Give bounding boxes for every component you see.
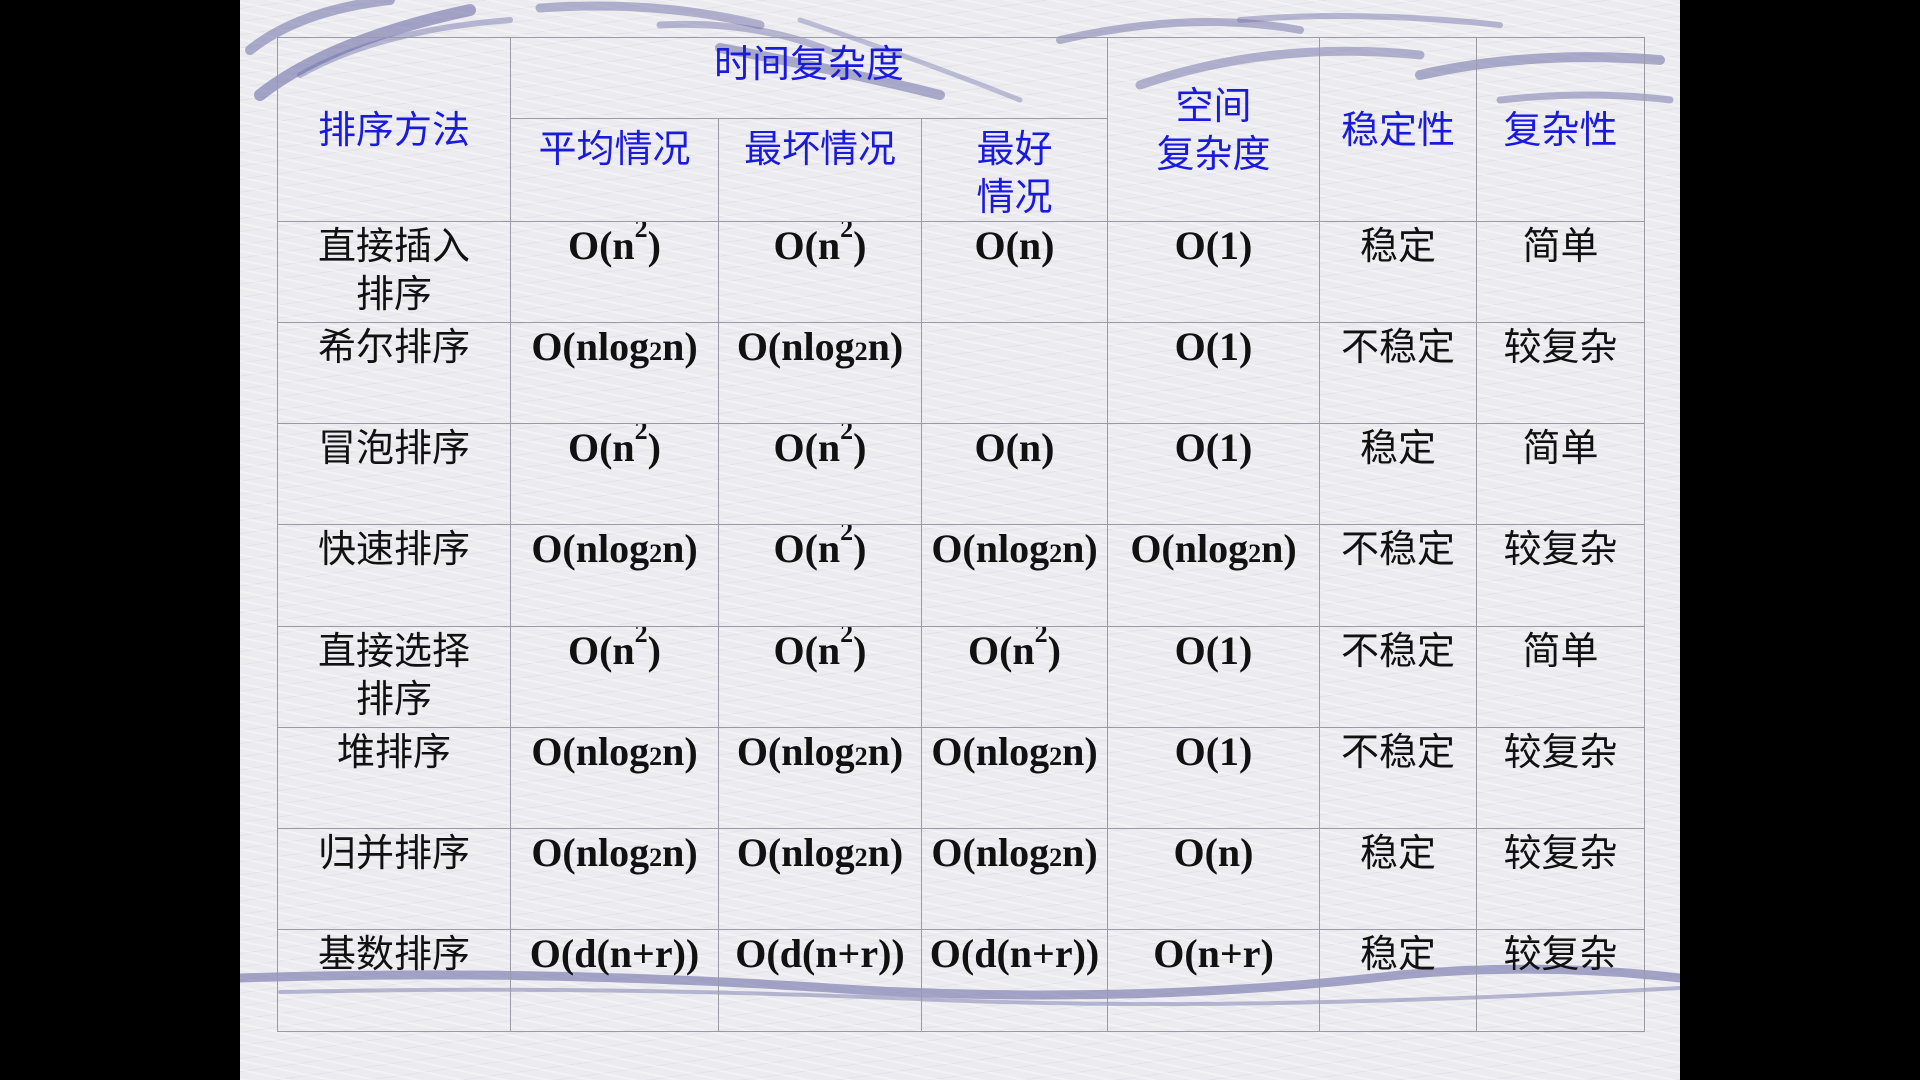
average-complexity-cell: O(n2): [510, 625, 719, 728]
worst-complexity-cell: O(n2): [718, 524, 922, 627]
table-row: 归并排序 O(nlog2n) O(nlog2n) O(nlog2n) O(n) 稳定 较复杂: [277, 827, 1645, 930]
method-name-cell: 希尔排序: [277, 322, 511, 425]
worst-complexity-cell: O(d(n+r)): [718, 928, 922, 1033]
table-row: 堆排序 O(nlog2n) O(nlog2n) O(nlog2n) O(1) 不稳定 较复杂: [277, 726, 1645, 829]
complexity-cell: 较复杂: [1476, 322, 1645, 425]
stability-cell: 不稳定: [1319, 524, 1477, 627]
best-complexity-cell: O(n): [921, 221, 1108, 324]
space-complexity-cell: O(1): [1107, 726, 1320, 829]
table-row: 直接插入 排序 O(n2) O(n2) O(n) O(1) 稳定 简单: [277, 221, 1645, 324]
header-stability: 稳定性: [1319, 36, 1477, 223]
best-complexity-cell: [921, 322, 1108, 425]
sorting-complexity-table: 排序方法 时间复杂度 空间 复杂度 稳定性 复杂性 平均情况 最坏情况 最好 情况 …: [277, 36, 1645, 1033]
space-complexity-cell: O(nlog2n): [1107, 524, 1320, 627]
complexity-cell: 简单: [1476, 221, 1645, 324]
complexity-cell: 较复杂: [1476, 524, 1645, 627]
complexity-cell: 简单: [1476, 625, 1645, 728]
average-complexity-cell: O(n2): [510, 423, 719, 526]
average-complexity-cell: O(nlog2n): [510, 322, 719, 425]
average-complexity-cell: O(nlog2n): [510, 827, 719, 930]
worst-complexity-cell: O(n2): [718, 625, 922, 728]
worst-complexity-cell: O(n2): [718, 221, 922, 324]
stability-cell: 不稳定: [1319, 625, 1477, 728]
table-row: 基数排序 O(d(n+r)) O(d(n+r)) O(d(n+r)) O(n+r) 稳定较…: [277, 928, 1645, 1033]
best-complexity-cell: O(nlog2n): [921, 524, 1108, 627]
method-name-cell: 归并排序: [277, 827, 511, 930]
header-average: 平均情况: [510, 118, 719, 223]
best-complexity-cell: O(n): [921, 423, 1108, 526]
worst-complexity-cell: O(nlog2n): [718, 726, 922, 829]
table-row: 希尔排序 O(nlog2n) O(nlog2n) O(1) 不稳定 较复杂: [277, 322, 1645, 425]
average-complexity-cell: O(nlog2n): [510, 524, 719, 627]
complexity-cell: 较复杂: [1476, 928, 1645, 1033]
method-name-cell: 堆排序: [277, 726, 511, 829]
space-complexity-cell: O(1): [1107, 423, 1320, 526]
header-complexity: 复杂性: [1476, 36, 1645, 223]
space-complexity-cell: O(1): [1107, 322, 1320, 425]
method-name-cell: 直接选择 排序: [277, 625, 511, 728]
header-worst: 最坏情况: [718, 118, 922, 223]
method-name-cell: 冒泡排序: [277, 423, 511, 526]
table-row: 直接选择 排序 O(n2) O(n2) O(n2) O(1) 不稳定 简单: [277, 625, 1645, 728]
average-complexity-cell: O(nlog2n): [510, 726, 719, 829]
average-complexity-cell: O(d(n+r)): [510, 928, 719, 1033]
space-complexity-cell: O(n): [1107, 827, 1320, 930]
average-complexity-cell: O(n2): [510, 221, 719, 324]
worst-complexity-cell: O(n2): [718, 423, 922, 526]
best-complexity-cell: O(nlog2n): [921, 726, 1108, 829]
stability-cell: 稳定: [1319, 827, 1477, 930]
stability-cell: 不稳定: [1319, 726, 1477, 829]
slide: 排序方法 时间复杂度 空间 复杂度 稳定性 复杂性 平均情况 最坏情况 最好 情况 …: [240, 0, 1680, 1080]
table-row: 快速排序 O(nlog2n) O(n2) O(nlog2n) O(nlog2n) 不稳定较…: [277, 524, 1645, 627]
method-name-cell: 直接插入 排序: [277, 221, 511, 324]
space-complexity-cell: O(n+r): [1107, 928, 1320, 1033]
worst-complexity-cell: O(nlog2n): [718, 827, 922, 930]
stability-cell: 稳定: [1319, 423, 1477, 526]
complexity-cell: 简单: [1476, 423, 1645, 526]
best-complexity-cell: O(n2): [921, 625, 1108, 728]
header-space-complexity: 空间 复杂度: [1107, 36, 1320, 223]
complexity-cell: 较复杂: [1476, 827, 1645, 930]
header-best: 最好 情况: [921, 118, 1108, 223]
header-time-complexity: 时间复杂度: [510, 36, 1108, 120]
method-name-cell: 快速排序: [277, 524, 511, 627]
worst-complexity-cell: O(nlog2n): [718, 322, 922, 425]
complexity-cell: 较复杂: [1476, 726, 1645, 829]
best-complexity-cell: O(d(n+r)): [921, 928, 1108, 1033]
table-row: 冒泡排序 O(n2) O(n2) O(n) O(1) 稳定 简单: [277, 423, 1645, 526]
header-method: 排序方法: [277, 36, 511, 223]
header-row-top: 排序方法 时间复杂度 空间 复杂度 稳定性 复杂性: [277, 36, 1645, 223]
space-complexity-cell: O(1): [1107, 625, 1320, 728]
space-complexity-cell: O(1): [1107, 221, 1320, 324]
method-name-cell: 基数排序: [277, 928, 511, 1033]
stability-cell: 不稳定: [1319, 322, 1477, 425]
stability-cell: 稳定: [1319, 221, 1477, 324]
stability-cell: 稳定: [1319, 928, 1477, 1033]
best-complexity-cell: O(nlog2n): [921, 827, 1108, 930]
